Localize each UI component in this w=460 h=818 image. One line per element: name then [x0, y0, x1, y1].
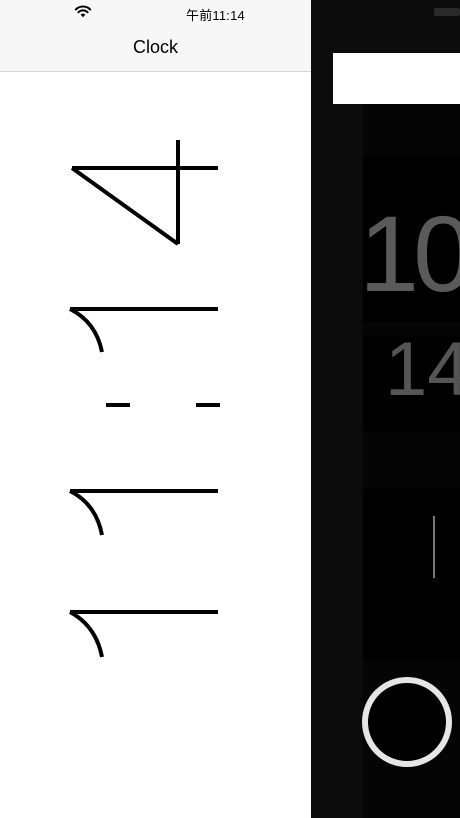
navigation-bar: Clock	[0, 24, 311, 72]
digit-1-c	[69, 610, 218, 658]
status-bar: 午前11:14	[0, 0, 311, 24]
header-bar	[333, 53, 460, 104]
ring-button[interactable]	[362, 677, 452, 767]
digit-1-a	[69, 307, 218, 353]
status-time: 午前11:14	[186, 8, 245, 23]
digit-1-b	[69, 489, 218, 536]
page-title: Clock	[132, 37, 178, 57]
hour-digits: 10	[359, 193, 460, 314]
second-tick	[433, 516, 435, 578]
second-box	[363, 489, 460, 659]
minute-digits: 14	[385, 327, 460, 412]
clock-view: 午前11:14 Clock	[0, 0, 311, 818]
rotated-time-display	[0, 72, 311, 818]
digit-4	[70, 140, 218, 246]
wifi-icon	[74, 5, 92, 18]
secondary-clock-panel: 10 14	[311, 0, 460, 818]
battery-icon	[434, 8, 460, 16]
